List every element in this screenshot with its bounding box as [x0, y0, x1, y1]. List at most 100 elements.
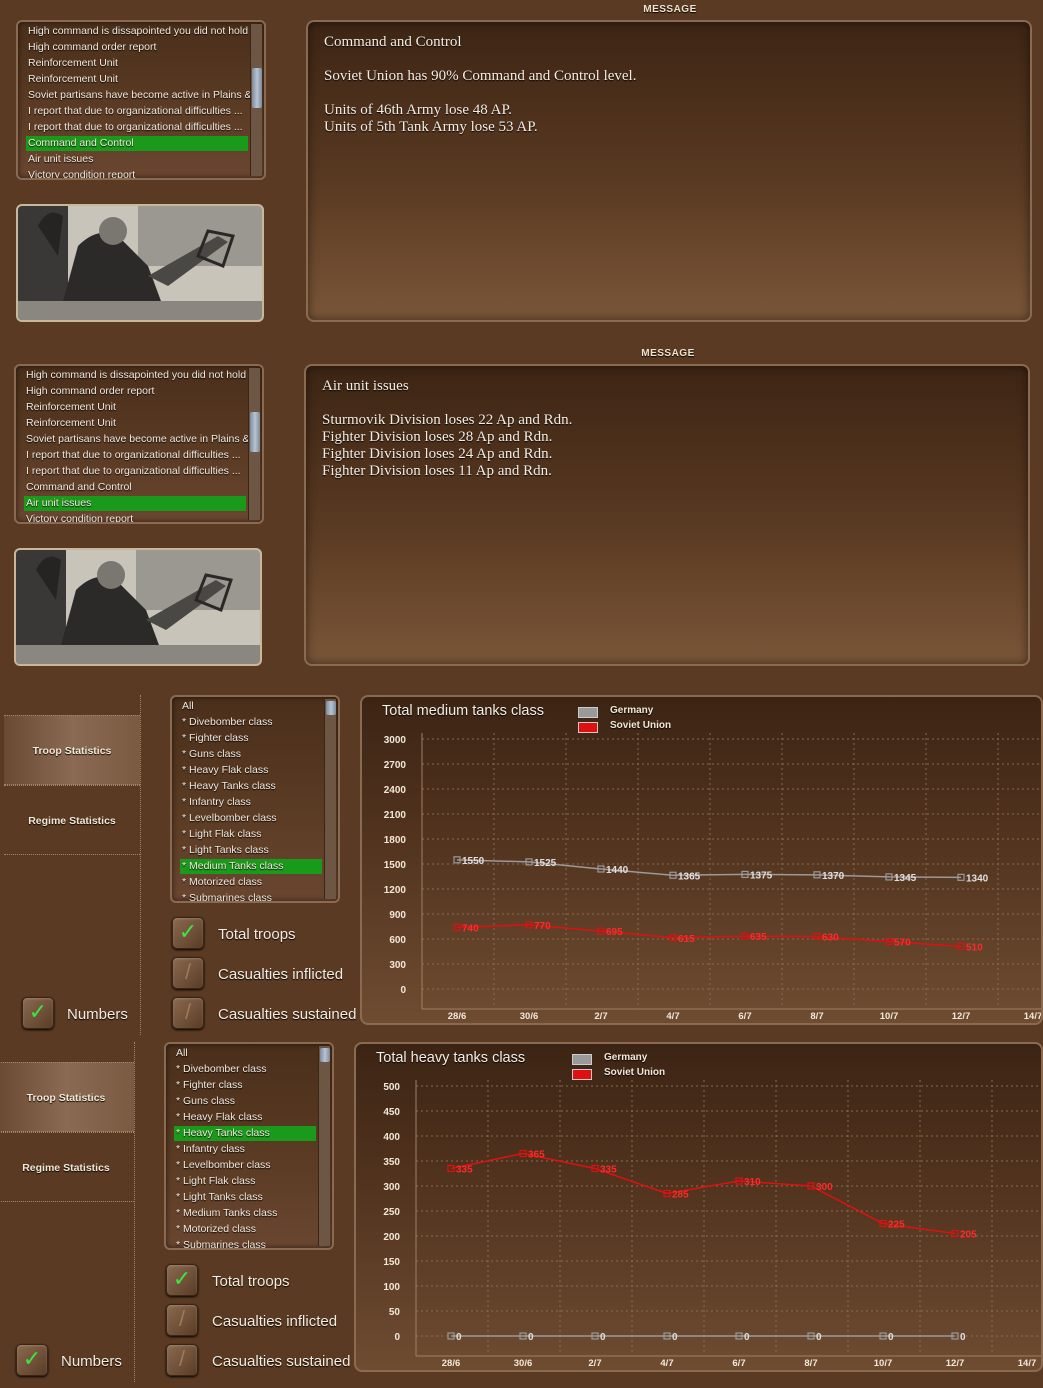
message-list[interactable]: High command is dissapointed you did not… — [14, 364, 264, 524]
unit-class-item[interactable]: * Divebomber class — [174, 1062, 320, 1077]
message-list-item[interactable]: Victory condition report — [24, 512, 250, 522]
soldiers-photo-image — [18, 206, 262, 320]
option-checkbox[interactable]: / — [172, 997, 204, 1029]
y-tick-label: 2100 — [384, 810, 407, 821]
message-list-scrollbar[interactable] — [250, 24, 262, 176]
message-list-item[interactable]: Command and Control — [24, 480, 250, 495]
y-tick-label: 900 — [389, 910, 406, 921]
x-tick-label: 10/7 — [880, 1011, 899, 1022]
data-label: 1340 — [966, 873, 989, 884]
unit-class-item[interactable]: * Submarines class — [180, 891, 326, 901]
unit-class-list[interactable]: All * Divebomber class * Fighter class * Gu… — [164, 1042, 334, 1250]
message-list-item[interactable]: High command order report — [26, 40, 252, 55]
unit-class-item[interactable]: * Light Tanks class — [174, 1190, 320, 1205]
message-list-item[interactable]: Air unit issues — [26, 152, 252, 167]
unit-class-scrollbar[interactable] — [318, 1046, 330, 1246]
message-list-item[interactable]: High command is dissapointed you did not… — [24, 368, 250, 383]
unit-class-item[interactable]: * Heavy Flak class — [180, 763, 326, 778]
message-body-line: Units of 5th Tank Army lose 53 AP. — [324, 119, 538, 135]
message-list-item[interactable]: Victory condition report — [26, 168, 252, 178]
y-tick-label: 0 — [394, 1332, 400, 1343]
unit-class-item[interactable]: * Guns class — [174, 1094, 320, 1109]
unit-class-item[interactable]: * Light Flak class — [180, 827, 326, 842]
message-body-line — [324, 85, 636, 102]
unit-class-item[interactable]: * Infantry class — [180, 795, 326, 810]
y-tick-label: 2700 — [384, 760, 407, 771]
message-list-item[interactable]: Reinforcement Unit — [24, 416, 250, 431]
option-label: Casualties inflicted — [218, 966, 344, 983]
y-tick-label: 1500 — [384, 860, 407, 871]
unit-class-item[interactable]: * Fighter class — [174, 1078, 320, 1093]
message-list-item[interactable]: Soviet partisans have become active in P… — [26, 88, 252, 103]
unit-class-item[interactable]: * Light Tanks class — [180, 843, 326, 858]
option-checkbox[interactable]: / — [166, 1304, 198, 1336]
unit-class-item[interactable]: * Guns class — [180, 747, 326, 762]
message-list-scrollbar[interactable] — [248, 368, 260, 520]
x-tick-label: 2/7 — [594, 1011, 607, 1022]
unit-class-item[interactable]: * Heavy Flak class — [174, 1110, 320, 1125]
message-list-item[interactable]: I report that due to organizational diff… — [26, 104, 252, 119]
tab-troop-statistics[interactable]: Troop Statistics — [0, 1062, 134, 1132]
tab-regime-statistics[interactable]: Regime Statistics — [4, 785, 140, 855]
unit-class-scrollbar[interactable] — [324, 699, 336, 899]
unit-class-item[interactable]: * Fighter class — [180, 731, 326, 746]
numbers-checkbox[interactable]: ✓ — [16, 1344, 48, 1376]
unit-class-item[interactable]: * Submarines class — [174, 1238, 320, 1248]
y-tick-label: 100 — [383, 1282, 400, 1293]
unit-class-item[interactable]: * Motorized class — [174, 1222, 320, 1237]
scroll-thumb[interactable] — [320, 1048, 330, 1062]
line-chart: 0 300 600 900 1200 1500 1800 2100 2400 2700 3000 28… — [384, 733, 1041, 1022]
unit-class-item[interactable]: * Divebomber class — [180, 715, 326, 730]
y-tick-label: 1800 — [384, 835, 407, 846]
unit-class-item[interactable]: * Medium Tanks class — [180, 859, 322, 874]
y-tick-label: 300 — [389, 960, 406, 971]
option-checkbox[interactable]: / — [172, 957, 204, 989]
line-chart: 0 50 100 150 200 250 300 350 400 450 500 28/6 30/6 2/… — [383, 1080, 1041, 1369]
y-tick-label: 1200 — [384, 885, 407, 896]
message-list-item[interactable]: I report that due to organizational diff… — [24, 448, 250, 463]
unit-class-item[interactable]: * Motorized class — [180, 875, 326, 890]
message-list-item[interactable]: Air unit issues — [24, 496, 246, 511]
unit-class-item[interactable]: All — [180, 699, 326, 714]
message-list-item[interactable]: I report that due to organizational diff… — [24, 464, 250, 479]
data-label: 365 — [528, 1150, 545, 1161]
option-checkbox[interactable]: / — [166, 1344, 198, 1376]
message-list-item[interactable]: Reinforcement Unit — [26, 56, 252, 71]
message-list-item[interactable]: Reinforcement Unit — [24, 400, 250, 415]
data-label: 225 — [888, 1220, 905, 1231]
unit-class-item[interactable]: * Heavy Tanks class — [180, 779, 326, 794]
message-list-item[interactable]: High command order report — [24, 384, 250, 399]
message-list-item[interactable]: Soviet partisans have become active in P… — [24, 432, 250, 447]
scroll-thumb[interactable] — [252, 68, 262, 108]
unit-class-item[interactable]: * Levelbomber class — [180, 811, 326, 826]
message-list[interactable]: High command is dissapointed you did not… — [16, 20, 266, 180]
y-tick-label: 200 — [383, 1232, 400, 1243]
scroll-thumb[interactable] — [326, 701, 336, 715]
scroll-thumb[interactable] — [250, 412, 260, 452]
numbers-checkbox[interactable]: ✓ — [22, 997, 54, 1029]
data-label: 1375 — [750, 870, 773, 881]
unit-class-list[interactable]: All * Divebomber class * Fighter class * Gu… — [170, 695, 340, 903]
unit-class-item[interactable]: * Levelbomber class — [174, 1158, 320, 1173]
tab-troop-statistics[interactable]: Troop Statistics — [4, 715, 140, 785]
y-tick-label: 250 — [383, 1207, 400, 1218]
message-list-item[interactable]: Reinforcement Unit — [26, 72, 252, 87]
message-list-item[interactable]: I report that due to organizational diff… — [26, 120, 252, 135]
data-label: 1345 — [894, 873, 917, 884]
data-label: 615 — [678, 934, 695, 945]
unit-class-item[interactable]: * Light Flak class — [174, 1174, 320, 1189]
message-list-item[interactable]: High command is dissapointed you did not… — [26, 24, 252, 39]
option-label: Casualties sustained — [212, 1353, 351, 1370]
data-label: 0 — [672, 1332, 678, 1343]
option-checkbox[interactable]: ✓ — [166, 1264, 198, 1296]
unit-class-item[interactable]: * Infantry class — [174, 1142, 320, 1157]
data-label: 0 — [456, 1332, 462, 1343]
unit-class-item[interactable]: * Medium Tanks class — [174, 1206, 320, 1221]
y-tick-label: 0 — [400, 985, 406, 996]
unit-class-item[interactable]: All — [174, 1046, 320, 1061]
data-label: 0 — [528, 1332, 534, 1343]
tab-regime-statistics[interactable]: Regime Statistics — [0, 1132, 134, 1202]
unit-class-item[interactable]: * Heavy Tanks class — [174, 1126, 316, 1141]
option-checkbox[interactable]: ✓ — [172, 917, 204, 949]
message-list-item[interactable]: Command and Control — [26, 136, 248, 151]
